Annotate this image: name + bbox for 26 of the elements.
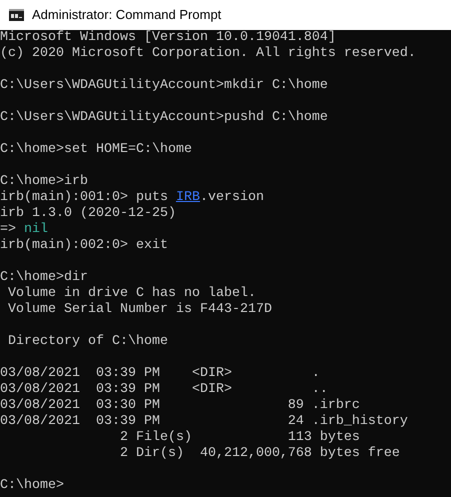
console-icon	[9, 9, 24, 21]
console-text: C:\home>	[0, 478, 64, 493]
console-text: C:\home>set HOME=C:\home	[0, 142, 192, 157]
console-text: (c) 2020 Microsoft Corporation. All rights reserved.	[0, 46, 416, 61]
window-title: Administrator: Command Prompt	[32, 6, 222, 24]
console-text: 2 Dir(s) 40,212,000,768 bytes free	[118, 446, 400, 461]
console-text: 2 File(s) 113 bytes	[118, 430, 360, 445]
console-text: irb(main):002:0> exit	[0, 238, 168, 253]
console-text: 03/08/2021 03:39 PM <DIR> .	[0, 366, 320, 381]
console-text: 03/08/2021 03:30 PM 89 .irbrc	[0, 398, 360, 413]
console-text: =>	[0, 222, 17, 237]
console-text: C:\Users\WDAGUtilityAccount>mkdir C:\home	[0, 78, 328, 93]
console-text: Directory of C:\home	[6, 334, 168, 349]
console-text: C:\Users\WDAGUtilityAccount>pushd C:\home	[0, 110, 328, 125]
console-text: 03/08/2021 03:39 PM <DIR> ..	[0, 382, 328, 397]
console-text: .version	[200, 190, 264, 205]
return-value: nil	[24, 222, 48, 237]
console-text: irb 1.3.0 (2020-12-25)	[0, 206, 176, 221]
console-text: 03/08/2021 03:39 PM 24 .irb_history	[0, 414, 408, 429]
console-text: C:\home>irb	[0, 174, 88, 189]
console-text: Volume in drive C has no label.	[6, 286, 256, 301]
console-text: Microsoft Windows [Version 10.0.19041.804]	[0, 30, 336, 45]
console-text: Volume Serial Number is F443-217D	[6, 302, 272, 317]
highlighted-token: IRB	[176, 190, 200, 205]
console-text: irb(main):001:0> puts	[0, 190, 169, 205]
console-text: C:\home>dir	[0, 270, 88, 285]
